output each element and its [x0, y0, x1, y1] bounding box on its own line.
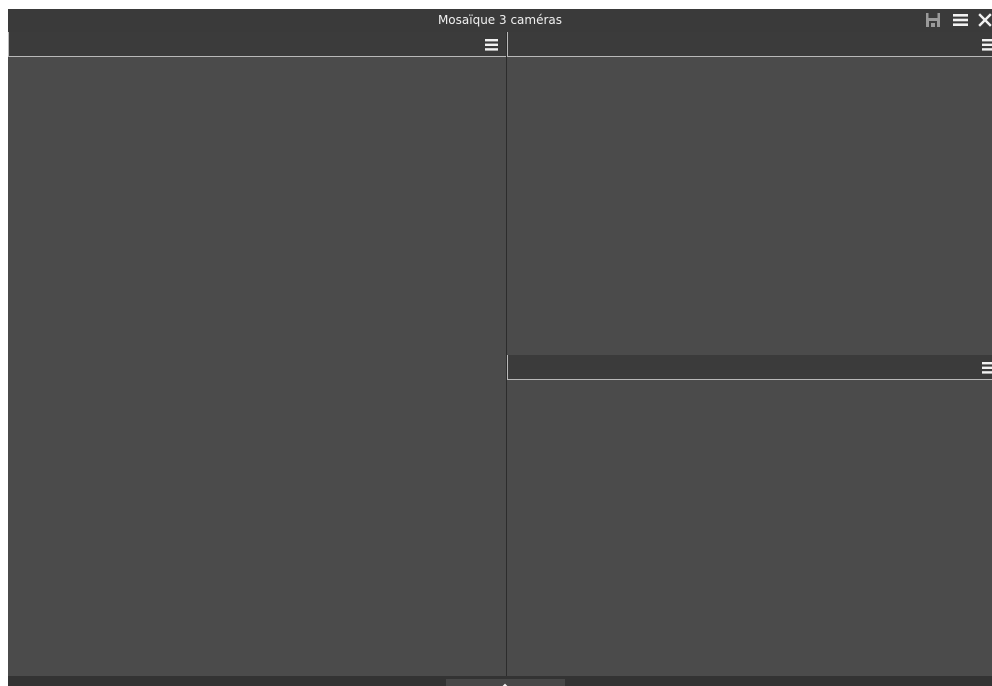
save-icon[interactable]	[925, 12, 943, 28]
mosaic-window: Mosaïque 3 caméras	[8, 9, 992, 686]
chevron-up-icon	[498, 677, 512, 686]
camera-pane-header	[507, 355, 992, 380]
menu-icon[interactable]	[981, 37, 992, 51]
camera-pane-1	[8, 32, 506, 676]
close-icon[interactable]	[978, 12, 992, 28]
camera-pane-2	[507, 32, 992, 355]
pane-border	[8, 32, 9, 56]
menu-icon[interactable]	[981, 360, 992, 374]
camera-pane-3	[507, 355, 992, 676]
camera-view[interactable]	[507, 380, 992, 676]
camera-view[interactable]	[8, 57, 506, 676]
camera-view[interactable]	[507, 57, 992, 355]
pane-border	[507, 355, 508, 379]
camera-pane-header	[507, 32, 992, 57]
window-title: Mosaïque 3 caméras	[437, 13, 563, 27]
menu-icon[interactable]	[484, 37, 500, 51]
camera-pane-header	[8, 32, 506, 57]
pane-border	[507, 32, 508, 56]
drawer-toggle-button[interactable]	[446, 679, 565, 686]
menu-icon[interactable]	[952, 12, 970, 28]
title-bar: Mosaïque 3 caméras	[8, 9, 992, 32]
